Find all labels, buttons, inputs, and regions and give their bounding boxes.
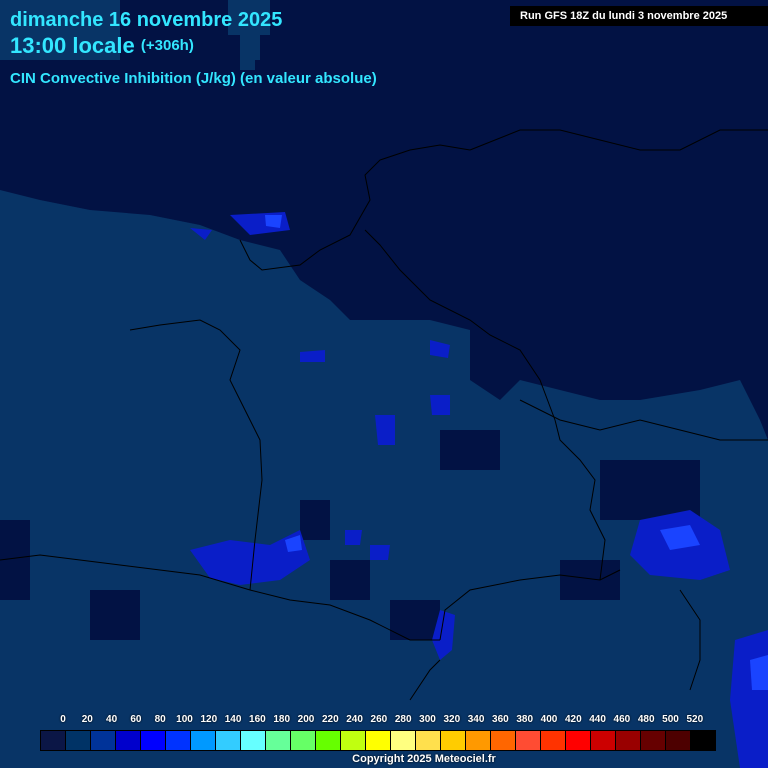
legend-label: 400 (540, 714, 558, 725)
legend-label: 420 (564, 714, 582, 725)
copyright: Copyright 2025 Meteociel.fr (352, 753, 496, 765)
legend-swatch (491, 731, 516, 750)
legend-swatch (641, 731, 666, 750)
weather-map: dimanche 16 novembre 2025 13:00 locale (… (0, 0, 768, 768)
legend-swatch (366, 731, 391, 750)
legend-swatch (191, 731, 216, 750)
legend-swatch (66, 731, 91, 750)
legend-swatch (616, 731, 641, 750)
legend-swatch (391, 731, 416, 750)
legend-swatch (691, 731, 715, 750)
legend-label: 520 (686, 714, 704, 725)
legend-swatch (266, 731, 291, 750)
legend-label: 380 (516, 714, 534, 725)
legend-label: 200 (297, 714, 315, 725)
legend-swatch (91, 731, 116, 750)
legend-swatch (516, 731, 541, 750)
legend-label: 320 (443, 714, 461, 725)
legend-label: 500 (662, 714, 679, 725)
legend-swatch (241, 731, 266, 750)
legend-swatch (541, 731, 566, 750)
color-legend (40, 730, 716, 751)
legend-swatch (116, 731, 141, 750)
legend-label: 480 (637, 714, 655, 725)
legend-swatch (216, 731, 241, 750)
legend-label: 260 (370, 714, 388, 725)
legend-label: 80 (154, 714, 166, 725)
cin-map (0, 0, 768, 768)
legend-label: 160 (249, 714, 266, 725)
forecast-date: dimanche 16 novembre 2025 (10, 9, 283, 31)
legend-label: 280 (394, 714, 412, 725)
legend-label: 20 (81, 714, 93, 725)
legend-swatch (166, 731, 191, 750)
legend-label: 60 (130, 714, 142, 725)
forecast-time: 13:00 locale (+306h) (10, 33, 194, 59)
parameter-title: CIN Convective Inhibition (J/kg) (en val… (10, 70, 377, 87)
legend-swatch (666, 731, 691, 750)
legend-swatch (316, 731, 341, 750)
legend-swatch (341, 731, 366, 750)
legend-label: 360 (492, 714, 509, 725)
legend-swatch (416, 731, 441, 750)
legend-label: 140 (224, 714, 242, 725)
legend-label: 460 (613, 714, 631, 725)
legend-label: 120 (200, 714, 218, 725)
legend-label: 0 (60, 714, 66, 725)
legend-swatch (141, 731, 166, 750)
legend-label: 220 (321, 714, 339, 725)
legend-label: 340 (467, 714, 485, 725)
legend-swatch (291, 731, 316, 750)
legend-swatch (591, 731, 616, 750)
legend-swatch (466, 731, 491, 750)
legend-label: 100 (176, 714, 193, 725)
legend-swatch (441, 731, 466, 750)
legend-labels: 0 20 40 60 80 100 120 140 160 180 200 220 240 260 280 3… (0, 714, 768, 726)
model-run-label: Run GFS 18Z du lundi 3 novembre 2025 (510, 6, 768, 26)
legend-label: 440 (589, 714, 606, 725)
local-time: 13:00 locale (10, 33, 135, 58)
legend-swatch (566, 731, 591, 750)
legend-label: 240 (346, 714, 363, 725)
legend-label: 180 (273, 714, 291, 725)
legend-label: 40 (106, 714, 118, 725)
forecast-offset: (+306h) (140, 37, 194, 54)
legend-swatch (41, 731, 66, 750)
legend-label: 300 (419, 714, 436, 725)
